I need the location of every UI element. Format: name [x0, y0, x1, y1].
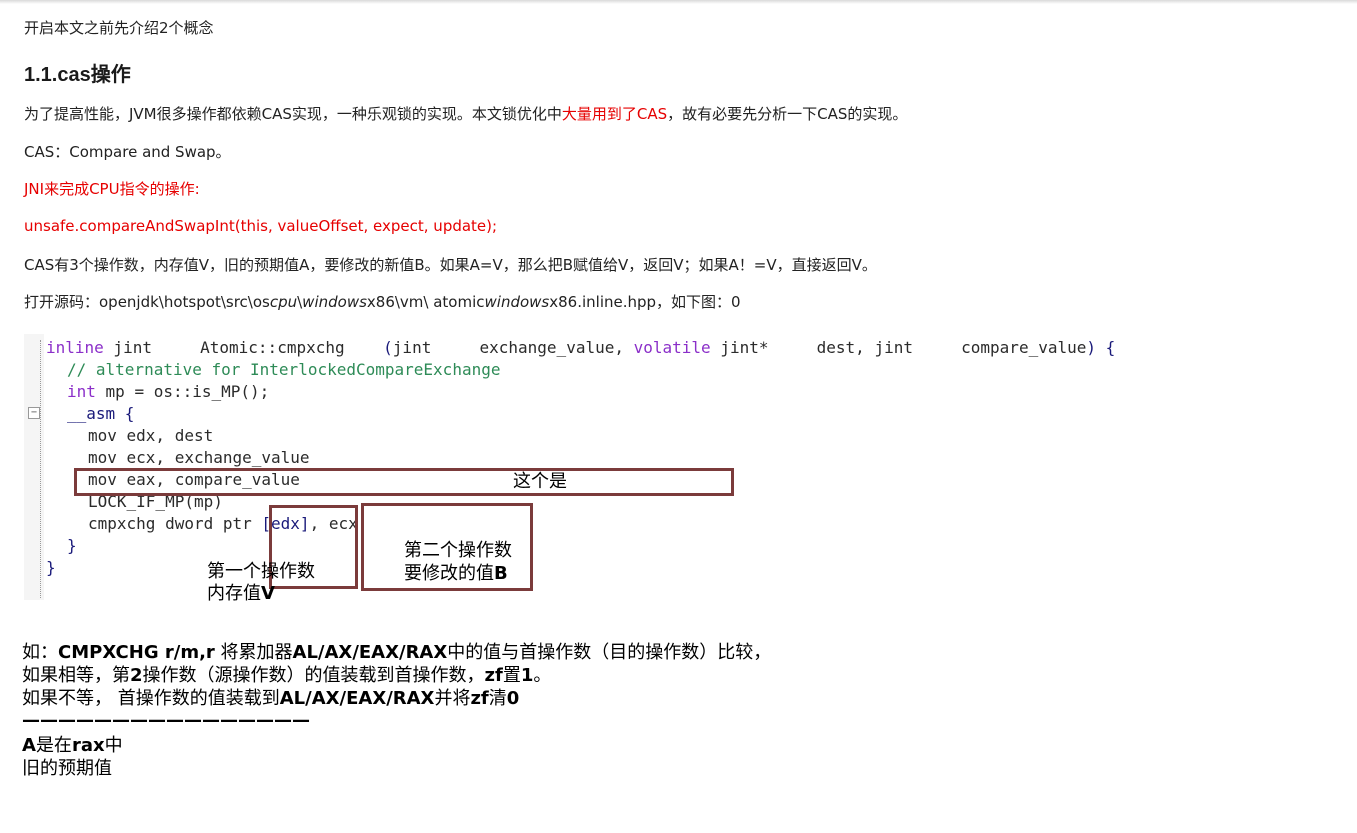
note4-c: rax — [71, 735, 105, 756]
note-line-4: A是在rax中 — [22, 734, 123, 757]
note2-f: 1 — [520, 665, 534, 686]
annotation-box-compare-value — [74, 468, 734, 496]
code-keyword-inline: inline — [46, 338, 104, 357]
note3-c: 并将 — [434, 688, 471, 709]
source-path-part3: x86\vm\ atomic — [366, 293, 485, 311]
note2-e: 置 — [502, 665, 521, 686]
intro-text: 开启本文之前先介绍2个概念 — [24, 19, 214, 37]
jni-line: JNI来完成CPU指令的操作: — [24, 180, 200, 198]
code-line3-rest: mp = os::is_MP(); — [95, 382, 270, 401]
code-line-4: __asm { — [67, 404, 135, 423]
note2-b: 2 — [130, 665, 143, 686]
code-keyword-int: int — [67, 382, 96, 401]
annotation-first-operand-l2: 内存值V — [207, 583, 275, 605]
code-line1-part1: jint Atomic::cmpxchg — [103, 338, 384, 357]
note-line-3: 如果不等， 首操作数的值装载到AL/AX/EAX/RAX并将zf清0 — [22, 687, 519, 710]
source-path-it2: windows — [302, 293, 367, 311]
note2-d: zf — [484, 665, 503, 686]
note1-b: CMPXCHG r/m,r — [58, 642, 215, 663]
code-line-11: } — [46, 558, 56, 577]
annotation-first-operand-l2-a: 内存值 — [207, 583, 261, 604]
code-line1-paren: ( — [383, 338, 393, 357]
para1-before: 为了提高性能，JVM很多操作都依赖CAS实现，一种乐观锁的实现。本文锁优化中 — [24, 105, 562, 123]
fold-collapse-icon: − — [28, 407, 40, 419]
note-line-2: 如果相等，第2操作数（源操作数）的值装载到首操作数，zf置1。 — [22, 664, 551, 687]
code-line-1: inline jint Atomic::cmpxchg (jint exchan… — [46, 337, 1115, 359]
para1-after: ，故有必要先分析一下CAS的实现。 — [667, 105, 908, 123]
note2-c: 操作数（源操作数）的值装载到首操作数， — [142, 665, 485, 686]
code-gutter — [24, 334, 44, 600]
fold-guide-line — [40, 340, 41, 598]
annotation-first-operand-l2-b: V — [261, 583, 275, 604]
note3-f: 0 — [506, 688, 520, 709]
annotation-second-operand-l2-b: B — [494, 563, 508, 584]
cas-operands: CAS有3个操作数，内存值V，旧的预期值A，要修改的新值B。如果A=V，那么把B… — [24, 256, 877, 274]
annotation-second-operand-l1: 第二个操作数 — [404, 540, 512, 561]
note3-b: AL/AX/EAX/RAX — [279, 688, 435, 709]
source-path-part4: x86.inline.hpp，如下图：0 — [549, 293, 741, 311]
note3-e: 清 — [488, 688, 507, 709]
code-line-10: } — [67, 536, 77, 555]
source-path-it1: cpu — [269, 293, 298, 311]
source-path-it3: windows — [484, 293, 550, 311]
top-shadow — [0, 0, 1357, 4]
annotation-second-operand-l2: 要修改的值B — [404, 563, 508, 585]
note1-a: 如： — [22, 642, 58, 663]
code-line-5: mov edx, dest — [88, 426, 214, 445]
note2-g: 。 — [533, 665, 552, 686]
para1-highlight: 大量用到了CAS — [561, 105, 668, 123]
code-line1-part2: jint exchange_value, — [392, 338, 634, 357]
cas-definition: CAS：Compare and Swap。 — [24, 143, 231, 161]
note4-a: A — [22, 735, 36, 756]
code-line-3: int mp = os::is_MP(); — [67, 381, 269, 403]
annotation-this-one: 这个是 — [513, 471, 567, 492]
note2-a: 如果相等，第 — [22, 665, 130, 686]
code-line-2-comment: // alternative for InterlockedCompareExc… — [67, 360, 501, 379]
annotation-first-operand-l1: 第一个操作数 — [207, 561, 315, 582]
annotation-second-operand-l2-a: 要修改的值 — [404, 563, 494, 584]
code-keyword-volatile: volatile — [633, 338, 711, 357]
note3-a: 如果不等， 首操作数的值装载到 — [22, 688, 280, 709]
code-line9-a: cmpxchg dword ptr — [88, 514, 262, 533]
source-path: 打开源码：openjdk\hotspot\src\oscpu\windowsx8… — [24, 292, 741, 312]
source-path-part1: 打开源码：openjdk\hotspot\src\os — [24, 293, 270, 311]
note3-d: zf — [470, 688, 489, 709]
paragraph-performance: 为了提高性能，JVM很多操作都依赖CAS实现，一种乐观锁的实现。本文锁优化中大量… — [24, 104, 907, 124]
unsafe-call: unsafe.compareAndSwapInt(this, valueOffs… — [24, 217, 498, 235]
code-line-6: mov ecx, exchange_value — [88, 448, 310, 467]
note1-c: 将累加器 — [214, 642, 293, 663]
note-line-5: 旧的预期值 — [22, 758, 112, 779]
code-line1-end: ) { — [1086, 338, 1116, 357]
note1-e: 中的值与首操作数（目的操作数）比较， — [447, 642, 772, 663]
note4-b: 是在 — [35, 735, 72, 756]
code-line1-part3: jint* dest, jint compare_value — [710, 338, 1087, 357]
note1-d: AL/AX/EAX/RAX — [292, 642, 448, 663]
note-divider: ———————————————— — [22, 710, 310, 731]
note-line-1: 如：CMPXCHG r/m,r 将累加器AL/AX/EAX/RAX中的值与首操作… — [22, 641, 771, 664]
section-heading: 1.1.cas操作 — [24, 64, 131, 86]
note4-d: 中 — [104, 735, 123, 756]
